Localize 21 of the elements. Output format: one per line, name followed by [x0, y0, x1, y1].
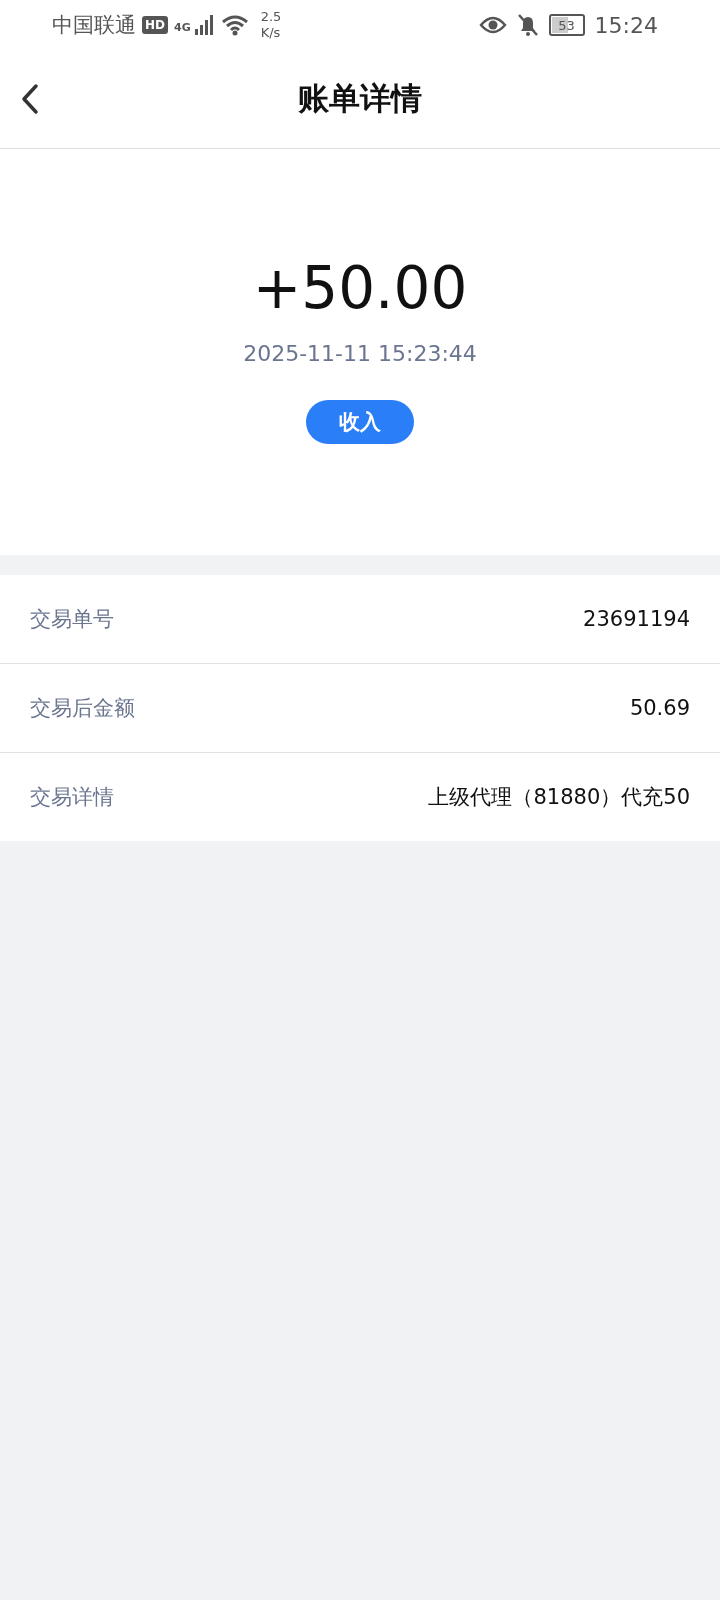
detail-value: 23691194	[583, 607, 690, 631]
wifi-icon	[220, 14, 249, 36]
clock: 15:24	[594, 12, 658, 38]
type-badge: 收入	[306, 400, 414, 444]
battery-icon: 53	[548, 14, 585, 36]
hd-badge: HD	[142, 16, 168, 34]
amount: +50.00	[252, 253, 468, 323]
detail-label: 交易详情	[30, 784, 114, 811]
signal-icon	[192, 14, 215, 36]
eye-icon	[478, 15, 507, 35]
speed-unit: K/s	[260, 25, 282, 41]
detail-value: 上级代理（81880）代充50	[428, 784, 690, 811]
detail-label: 交易单号	[30, 606, 114, 633]
detail-label: 交易后金额	[30, 695, 135, 722]
carrier-name: 中国联通	[52, 12, 136, 39]
bell-off-icon	[516, 13, 539, 37]
page-title: 账单详情	[298, 79, 422, 118]
network-type: 4G	[174, 21, 191, 34]
transaction-time: 2025-11-11 15:23:44	[243, 341, 477, 366]
speed-value: 2.5	[260, 9, 282, 25]
detail-value: 50.69	[629, 696, 690, 720]
